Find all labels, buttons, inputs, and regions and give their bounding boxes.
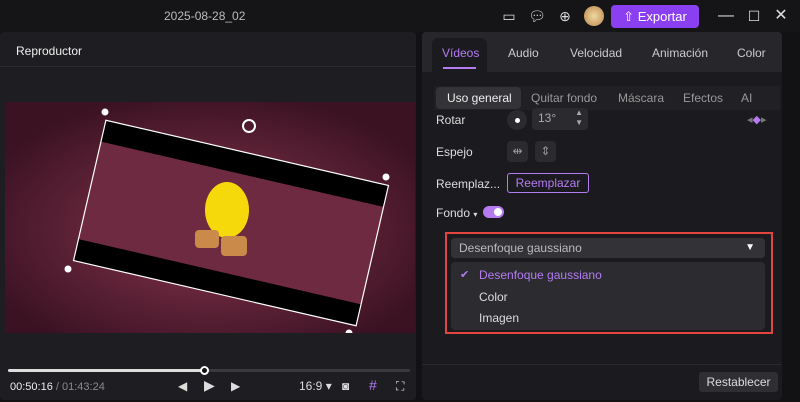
option-desenfoque[interactable]: Desenfoque gaussiano — [479, 268, 602, 282]
tab-audio[interactable]: Audio — [508, 46, 539, 60]
player-title: Reproductor — [16, 44, 82, 58]
tab-videos[interactable]: Vídeos — [442, 46, 479, 60]
subtab-mascara[interactable]: Máscara — [618, 91, 664, 105]
stepper-icon[interactable]: ▲▼ — [575, 108, 583, 128]
keyframe-icon[interactable]: ◂◆▸ — [747, 113, 767, 126]
prev-frame-icon[interactable]: ◀︎ — [178, 379, 187, 393]
option-imagen[interactable]: Imagen — [479, 311, 519, 325]
minimize-icon[interactable]: — — [717, 7, 735, 25]
time-display: 00:50:16 / 01:43:24 — [10, 381, 105, 393]
export-button[interactable]: ⇧ Exportar — [611, 5, 699, 28]
rotate-dial[interactable] — [507, 110, 527, 130]
divider — [0, 66, 416, 67]
tab-velocidad[interactable]: Velocidad — [570, 46, 622, 60]
mirror-label: Espejo — [436, 145, 473, 159]
video-preview[interactable] — [5, 102, 415, 333]
divider — [422, 364, 782, 365]
progress-knob[interactable] — [200, 366, 209, 375]
select-value: Desenfoque gaussiano — [459, 241, 582, 255]
play-icon[interactable]: ▶︎ — [204, 377, 215, 394]
background-toggle[interactable] — [483, 206, 504, 218]
maximize-icon[interactable]: ☐ — [745, 7, 763, 25]
upload-icon: ⇧ — [623, 9, 638, 24]
tab-animacion[interactable]: Animación — [652, 46, 708, 60]
next-frame-icon[interactable]: ▶︎ — [231, 379, 240, 393]
aspect-label: 16:9 — [299, 379, 322, 393]
feedback-icon[interactable]: 💬︎ — [528, 7, 546, 25]
replace-button[interactable]: Reemplazar — [507, 173, 589, 193]
time-separator: / — [56, 381, 59, 393]
avatar[interactable] — [584, 6, 604, 26]
snapshot-icon[interactable]: ◙ — [342, 379, 349, 393]
lemon-character — [205, 182, 249, 238]
grid-icon[interactable]: # — [369, 377, 377, 393]
subtab-quitar-fondo[interactable]: Quitar fondo — [531, 91, 597, 105]
flip-vertical-icon[interactable]: ⇕ — [535, 141, 556, 162]
flip-horizontal-icon[interactable]: ⇹ — [507, 141, 528, 162]
rotate-value: 13° — [538, 111, 556, 125]
rotate-label: Rotar — [436, 113, 465, 127]
total-time: 01:43:24 — [62, 381, 105, 393]
fullscreen-icon[interactable]: ⛶ — [396, 379, 404, 394]
caret-down-icon: ▾ — [473, 210, 477, 219]
subtab-efectos[interactable]: Efectos — [683, 91, 723, 105]
subtab-ai[interactable]: AI — [741, 91, 752, 105]
progress-fill — [8, 369, 205, 372]
reset-button[interactable]: Restablecer — [699, 372, 778, 392]
current-time: 00:50:16 — [10, 381, 53, 393]
tab-underline — [443, 67, 476, 69]
export-label: Exportar — [638, 9, 687, 24]
background-type-select[interactable]: Desenfoque gaussiano ▼ — [451, 238, 765, 258]
layout-icon[interactable]: ▭ — [500, 7, 518, 25]
check-icon: ✔ — [460, 268, 469, 281]
close-icon[interactable]: ✕ — [772, 7, 790, 25]
project-title: 2025-08-28_02 — [164, 9, 245, 23]
subtab-uso-general[interactable]: Uso general — [447, 91, 512, 105]
chevron-down-icon: ▼ — [745, 238, 755, 258]
background-label[interactable]: Fondo ▾ — [436, 206, 477, 220]
option-color[interactable]: Color — [479, 290, 508, 304]
aspect-ratio-select[interactable]: 16:9 ▾ — [299, 379, 332, 393]
download-icon[interactable]: ⊕ — [556, 7, 574, 25]
rotate-input[interactable]: 13° ▲▼ — [532, 108, 588, 130]
replace-label: Reemplaz... — [436, 177, 500, 191]
background-label-text: Fondo — [436, 206, 470, 220]
tab-color[interactable]: Color — [737, 46, 766, 60]
